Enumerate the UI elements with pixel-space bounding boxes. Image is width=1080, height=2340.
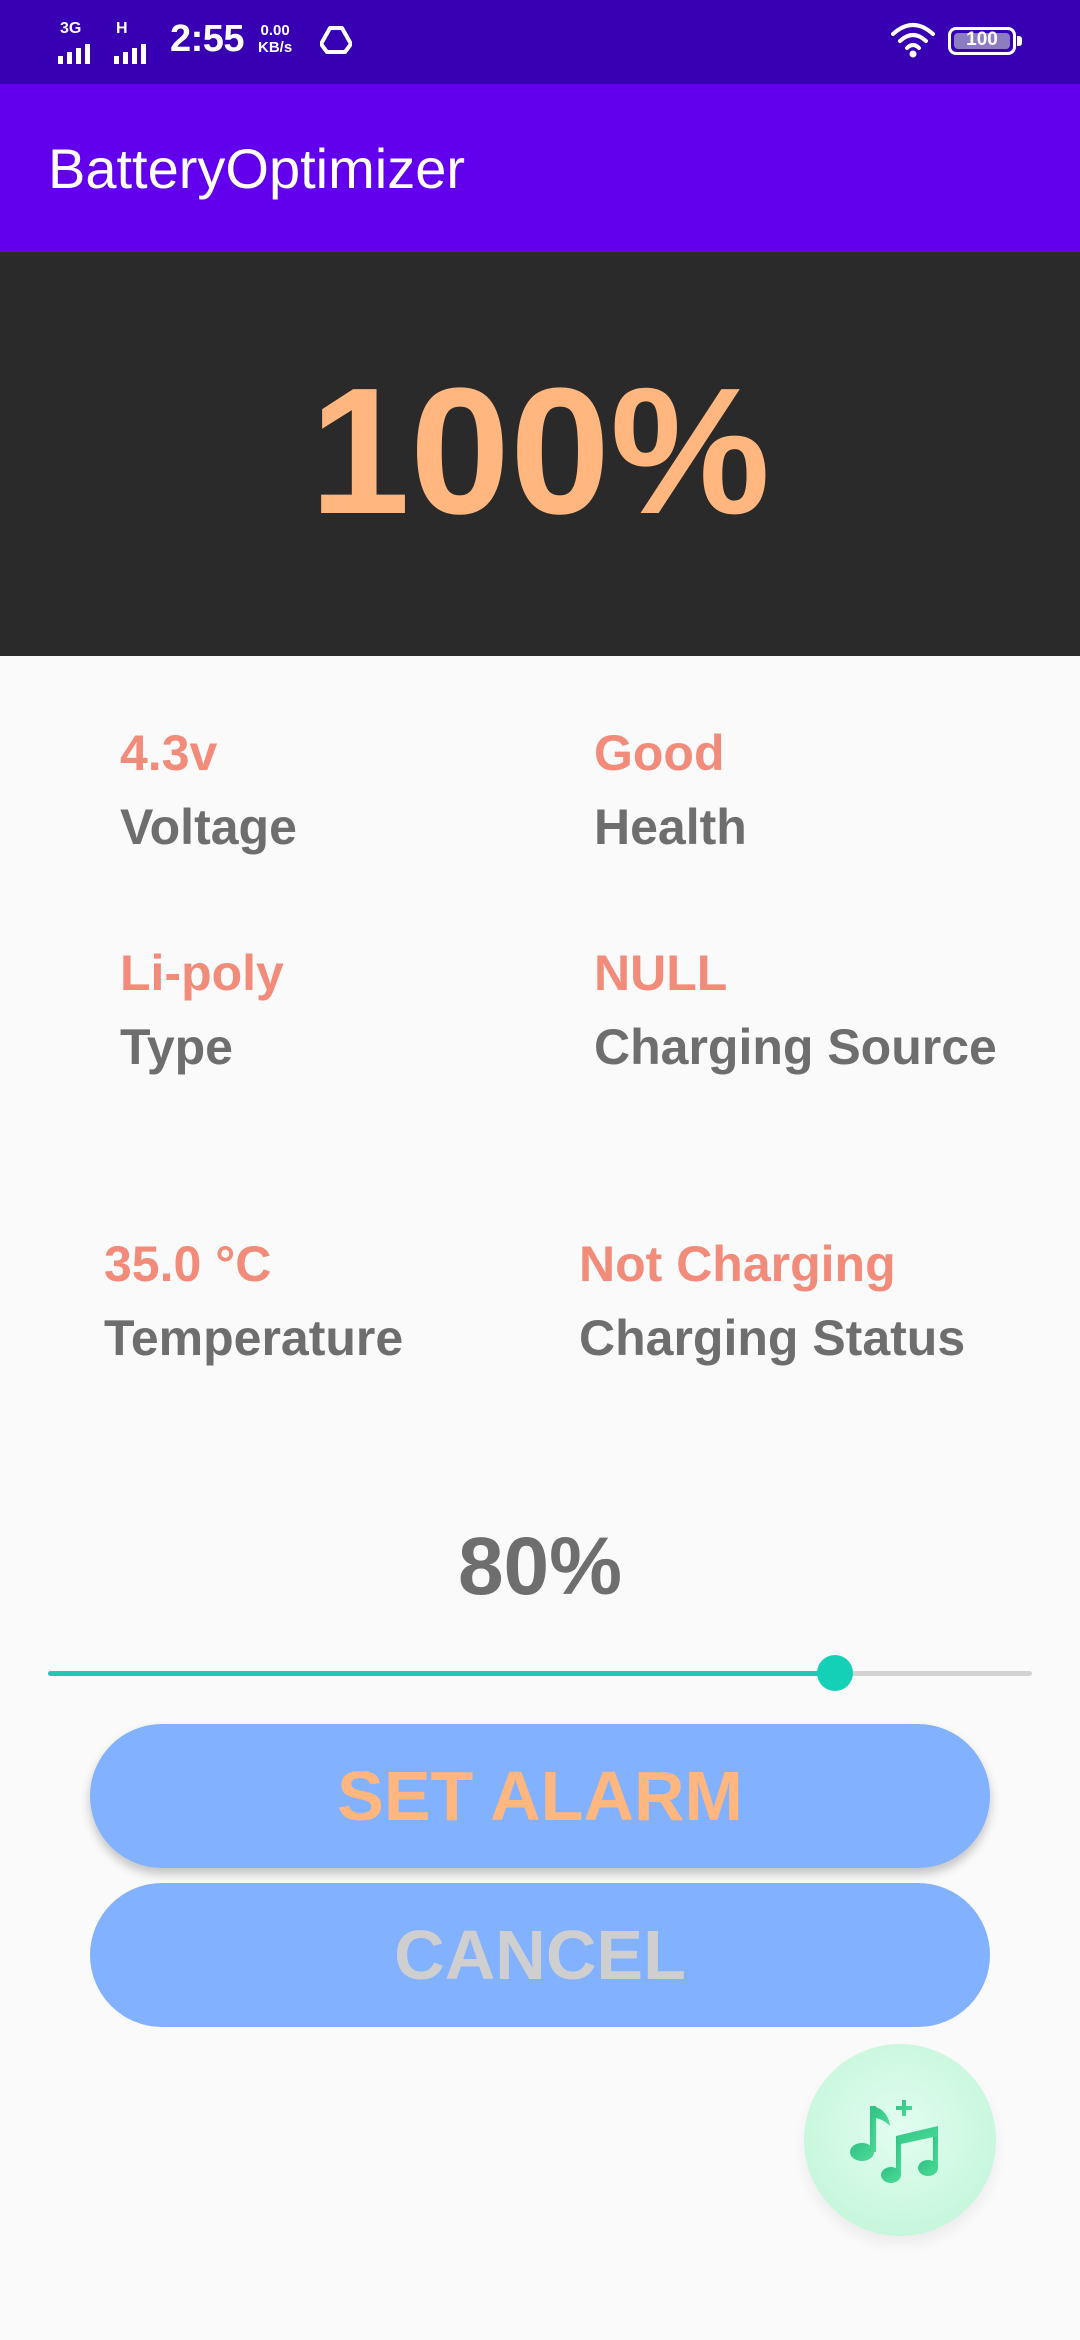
drive-icon bbox=[320, 26, 352, 54]
status-time: 2:55 bbox=[170, 18, 245, 60]
charging-status-value: Not Charging bbox=[579, 1236, 896, 1292]
voltage-info: 4.3v Voltage bbox=[120, 724, 297, 856]
voltage-value: 4.3v bbox=[120, 725, 218, 781]
charging-source-label: Charging Source bbox=[594, 1019, 997, 1075]
network-type-sim1: 3G bbox=[60, 20, 82, 37]
charging-status-label: Charging Status bbox=[579, 1310, 966, 1366]
alarm-threshold-label: 80% bbox=[457, 1521, 623, 1612]
type-label: Type bbox=[120, 1019, 233, 1075]
music-fab-button[interactable] bbox=[804, 2044, 996, 2236]
temperature-label: Temperature bbox=[104, 1310, 404, 1366]
slider-active-track bbox=[48, 1671, 836, 1676]
health-info: Good Health bbox=[594, 724, 747, 856]
network-speed-unit: KB/s bbox=[258, 39, 293, 56]
network-speed: 0.00 KB/s bbox=[258, 22, 292, 56]
temperature-info: 35.0 °C Temperature bbox=[104, 1235, 403, 1367]
set-alarm-button[interactable]: SET ALARM bbox=[90, 1724, 990, 1868]
charging-source-info: NULL Charging Source bbox=[594, 944, 997, 1076]
type-info: Li-poly Type bbox=[120, 944, 284, 1076]
health-label: Health bbox=[594, 799, 747, 855]
charging-source-value: NULL bbox=[594, 945, 728, 1001]
wifi-icon bbox=[891, 23, 935, 58]
alarm-threshold-slider[interactable] bbox=[48, 1655, 1032, 1691]
slider-thumb[interactable] bbox=[817, 1655, 854, 1691]
charging-status-info: Not Charging Charging Status bbox=[579, 1235, 965, 1367]
network-speed-value: 0.00 bbox=[260, 22, 290, 39]
battery-percentage: 100% bbox=[309, 351, 771, 552]
health-value: Good bbox=[594, 725, 725, 781]
app-bar: BatteryOptimizer bbox=[0, 84, 1080, 252]
network-type-sim2: H bbox=[116, 20, 128, 37]
cancel-button[interactable]: CANCEL bbox=[90, 1883, 990, 2027]
battery-level: 100 bbox=[966, 29, 998, 50]
battery-icon: 100 bbox=[948, 27, 1022, 55]
temperature-value: 35.0 °C bbox=[104, 1236, 272, 1292]
app-title: BatteryOptimizer bbox=[48, 137, 465, 200]
type-value: Li-poly bbox=[120, 945, 284, 1001]
battery-hero-panel: 100% bbox=[0, 252, 1080, 656]
voltage-label: Voltage bbox=[120, 799, 297, 855]
music-notes-icon bbox=[850, 2100, 938, 2183]
status-bar: 3G H 2:55 0.00 KB/s 100 bbox=[0, 0, 1080, 84]
